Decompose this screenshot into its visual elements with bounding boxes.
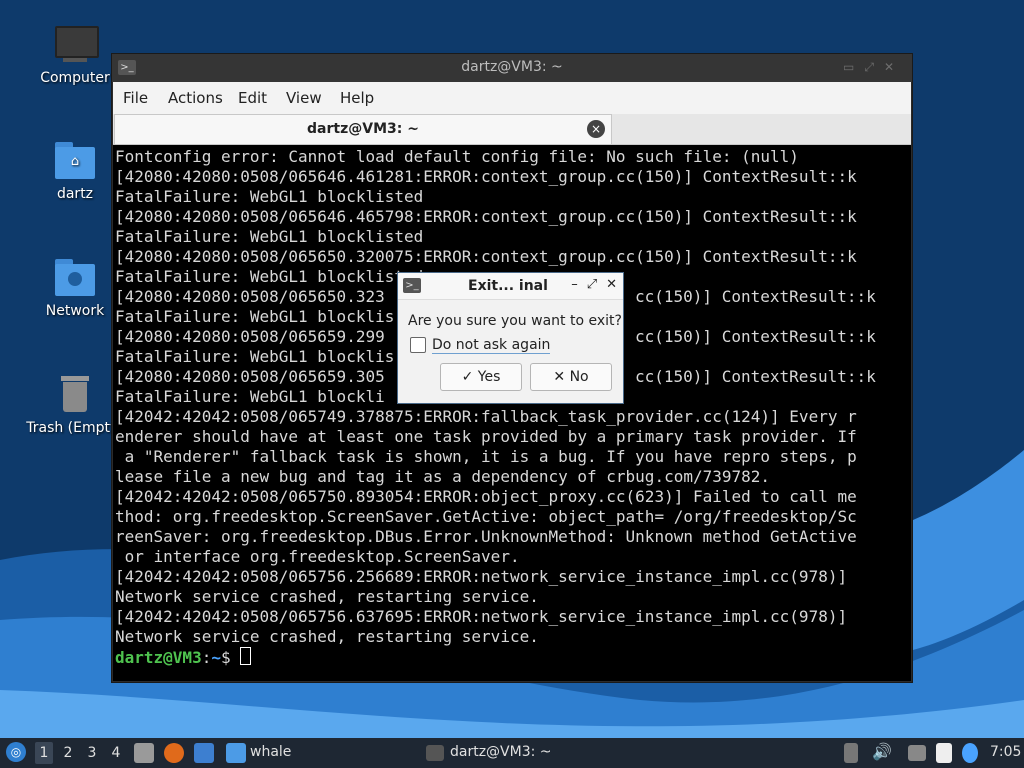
prompt-user: dartz@VM3 bbox=[115, 648, 202, 667]
terminal-line-tail: cc(150)] ContextResult::k bbox=[635, 327, 876, 346]
home-folder-icon: ⌂ bbox=[53, 138, 97, 182]
text-cursor bbox=[240, 647, 252, 665]
no-label: No bbox=[569, 369, 589, 385]
close-icon[interactable]: ✕ bbox=[606, 277, 617, 292]
tab-title: dartz@VM3: ~ bbox=[307, 121, 419, 137]
terminal-task-icon bbox=[426, 745, 444, 761]
taskbar: ◎ 1 2 3 4 whale dartz@VM3: ~ 🔊 7:05 bbox=[0, 738, 1024, 768]
terminal-prompt: dartz@VM3:~$ bbox=[115, 647, 252, 668]
dialog-question: Are you sure you want to exit? bbox=[408, 313, 622, 329]
do-not-ask-label[interactable]: Do not ask again bbox=[432, 337, 551, 354]
menu-actions[interactable]: Actions bbox=[168, 89, 223, 107]
close-icon[interactable]: ✕ bbox=[884, 60, 904, 74]
tab-bar: dartz@VM3: ~ × bbox=[113, 114, 911, 145]
terminal-line: reenSaver: org.freedesktop.DBus.Error.Un… bbox=[115, 527, 857, 546]
file-manager-launcher-icon[interactable] bbox=[134, 743, 154, 763]
prompt-symbol: $ bbox=[220, 648, 241, 667]
terminal-line: or interface org.freedesktop.ScreenSaver… bbox=[115, 547, 520, 566]
network-status-icon[interactable] bbox=[908, 745, 926, 761]
taskbar-terminal-task[interactable]: dartz@VM3: ~ bbox=[450, 744, 552, 760]
terminal-line: a "Renderer" fallback task is shown, it … bbox=[115, 447, 857, 466]
yes-button[interactable]: ✓ Yes bbox=[440, 363, 522, 391]
maximize-icon[interactable]: ⤢ bbox=[864, 60, 884, 74]
terminal-line: [42042:42042:0508/065756.637695:ERROR:ne… bbox=[115, 607, 848, 626]
firefox-icon[interactable] bbox=[164, 743, 184, 763]
dialog-titlebar[interactable]: >_ Exit... inal – ⤢ ✕ bbox=[398, 273, 623, 300]
terminal-line: FatalFailure: WebGL1 blocklisted bbox=[115, 227, 424, 246]
prompt-path: ~ bbox=[211, 648, 221, 667]
maximize-icon[interactable]: ⤢ bbox=[587, 277, 597, 292]
minimize-icon[interactable]: – bbox=[571, 277, 578, 292]
terminal-line: [42080:42080:0508/065646.465798:ERROR:co… bbox=[115, 207, 857, 226]
workspace-3[interactable]: 3 bbox=[83, 742, 101, 764]
x-icon: ✕ bbox=[553, 369, 570, 385]
computer-icon bbox=[53, 22, 99, 66]
start-menu-icon[interactable]: ◎ bbox=[6, 742, 26, 762]
clock[interactable]: 7:05 bbox=[990, 744, 1021, 760]
terminal-line: thod: org.freedesktop.ScreenSaver.GetAct… bbox=[115, 507, 857, 526]
menu-help[interactable]: Help bbox=[340, 89, 374, 107]
terminal-line: Network service crashed, restarting serv… bbox=[115, 587, 539, 606]
clipboard-icon[interactable] bbox=[936, 743, 952, 763]
eject-icon[interactable] bbox=[844, 743, 858, 763]
terminal-line: Fontconfig error: Cannot load default co… bbox=[115, 147, 799, 166]
no-button[interactable]: ✕ No bbox=[530, 363, 612, 391]
terminal-line-tail: cc(150)] ContextResult::k bbox=[635, 367, 876, 386]
terminal-line: FatalFailure: WebGL1 blocklisted bbox=[115, 187, 424, 206]
terminal-titlebar[interactable]: >_ dartz@VM3: ~ ▭⤢✕ bbox=[112, 54, 912, 82]
workspace-2[interactable]: 2 bbox=[59, 742, 77, 764]
terminal-tab[interactable]: dartz@VM3: ~ × bbox=[114, 114, 612, 144]
menu-edit[interactable]: Edit bbox=[238, 89, 267, 107]
terminal-app-icon: >_ bbox=[403, 278, 421, 293]
prompt-sep: : bbox=[201, 648, 212, 667]
terminal-line: enderer should have at least one task pr… bbox=[115, 427, 857, 446]
menubar: File Actions Edit View Help bbox=[113, 82, 911, 114]
workspace-4[interactable]: 4 bbox=[107, 742, 125, 764]
check-icon: ✓ bbox=[461, 369, 478, 385]
notification-icon[interactable] bbox=[962, 743, 978, 763]
terminal-line: [42080:42080:0508/065650.320075:ERROR:co… bbox=[115, 247, 857, 266]
minimize-icon[interactable]: ▭ bbox=[843, 60, 864, 74]
terminal-line: [42042:42042:0508/065756.256689:ERROR:ne… bbox=[115, 567, 848, 586]
terminal-line: [42080:42080:0508/065646.461281:ERROR:co… bbox=[115, 167, 857, 186]
yes-label: Yes bbox=[477, 369, 501, 385]
menu-file[interactable]: File bbox=[123, 89, 148, 107]
window-title: dartz@VM3: ~ bbox=[461, 59, 563, 75]
menu-view[interactable]: View bbox=[286, 89, 322, 107]
dialog-title: Exit... inal bbox=[468, 278, 548, 294]
tab-close-icon[interactable]: × bbox=[587, 120, 605, 138]
do-not-ask-checkbox[interactable] bbox=[410, 337, 426, 353]
network-folder-icon bbox=[53, 255, 97, 299]
trash-icon bbox=[53, 372, 97, 416]
terminal-line: lease file a new bug and tag it as a dep… bbox=[115, 467, 771, 486]
terminal-line: Network service crashed, restarting serv… bbox=[115, 627, 539, 646]
terminal-line-tail: cc(150)] ContextResult::k bbox=[635, 287, 876, 306]
workspace-1[interactable]: 1 bbox=[35, 742, 53, 764]
desktop-icon[interactable] bbox=[194, 743, 214, 763]
taskbar-folder-label[interactable]: whale bbox=[250, 744, 291, 760]
volume-icon[interactable]: 🔊 bbox=[872, 742, 892, 761]
terminal-output[interactable]: Fontconfig error: Cannot load default co… bbox=[113, 145, 911, 681]
folder-icon bbox=[226, 743, 246, 763]
exit-confirm-dialog[interactable]: >_ Exit... inal – ⤢ ✕ Are you sure you wan… bbox=[397, 272, 624, 404]
terminal-line: [42042:42042:0508/065749.378875:ERROR:fa… bbox=[115, 407, 857, 426]
terminal-line: [42042:42042:0508/065750.893054:ERROR:ob… bbox=[115, 487, 857, 506]
